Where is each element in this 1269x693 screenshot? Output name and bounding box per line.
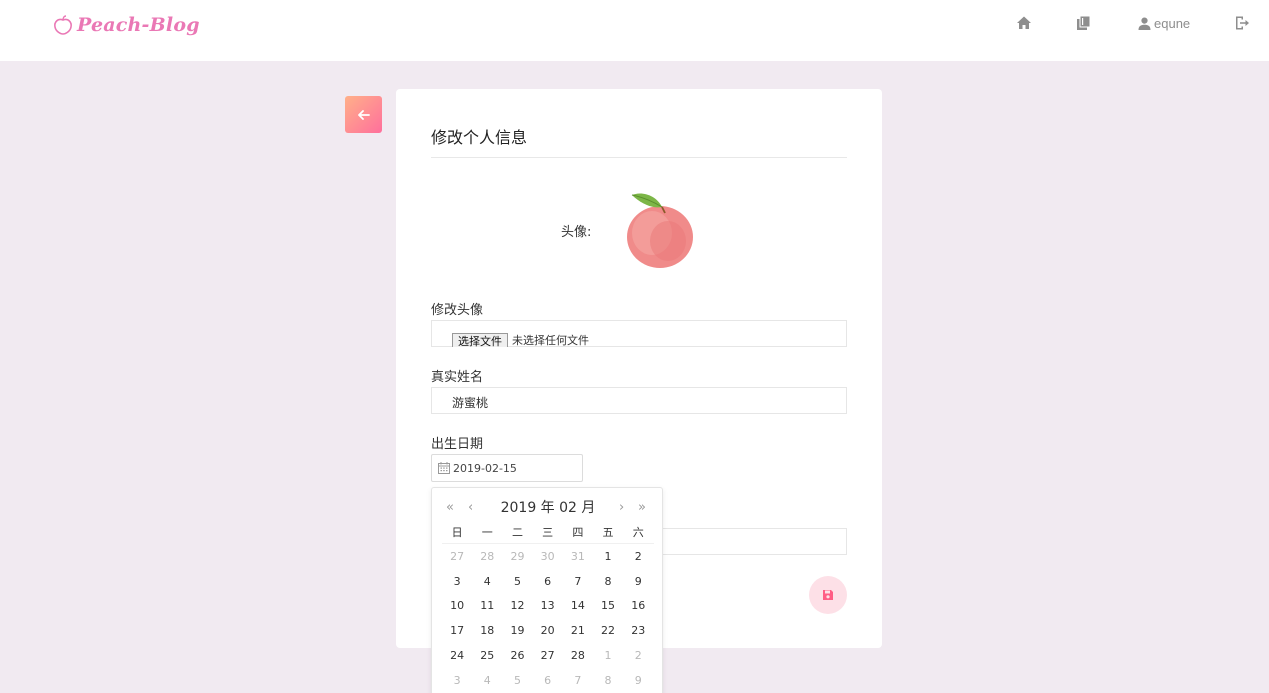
calendar-week-row: 3456789 xyxy=(442,668,654,693)
calendar-day[interactable]: 1 xyxy=(593,550,623,563)
calendar-day[interactable]: 4 xyxy=(472,575,502,588)
weekday-label: 日 xyxy=(451,526,463,539)
calendar-week-row: 17 18 19 20 21 22 23 xyxy=(442,618,654,643)
calendar-day[interactable]: 29 xyxy=(502,550,532,563)
birth-date-input[interactable]: 2019-02-15 xyxy=(431,454,583,482)
calendar-week-row: 10 11 12 13 14 15 16 xyxy=(442,594,654,619)
calendar-day[interactable]: 10 xyxy=(442,599,472,612)
calendar-day[interactable]: 20 xyxy=(533,624,563,637)
next-year-button[interactable]: » xyxy=(638,498,646,518)
calendar-day[interactable]: 3 xyxy=(442,575,472,588)
page-title: 修改个人信息 xyxy=(431,128,528,147)
calendar-day[interactable]: 15 xyxy=(593,599,623,612)
top-navbar: Peach-Blog equne xyxy=(0,0,1269,61)
logout-icon xyxy=(1236,16,1249,30)
calendar-day[interactable]: 5 xyxy=(502,674,532,687)
calendar-day[interactable]: 25 xyxy=(472,649,502,662)
calendar-day[interactable]: 27 xyxy=(533,649,563,662)
calendar-day[interactable]: 7 xyxy=(563,575,593,588)
calendar-day[interactable]: 2 xyxy=(623,649,653,662)
calendar-day[interactable]: 12 xyxy=(502,599,532,612)
obscured-input-field[interactable] xyxy=(662,528,847,555)
profile-link[interactable]: equne xyxy=(1138,14,1190,32)
user-icon xyxy=(1138,17,1151,30)
real-name-input[interactable]: 游蜜桃 xyxy=(431,387,847,414)
change-avatar-label: 修改头像 xyxy=(431,303,484,318)
username-label: equne xyxy=(1154,15,1191,31)
home-link[interactable] xyxy=(1016,14,1032,32)
calendar-day[interactable]: 21 xyxy=(563,624,593,637)
weekday-label: 六 xyxy=(632,526,644,539)
calendar-day[interactable]: 9 xyxy=(623,674,653,687)
choose-file-button[interactable]: 选择文件 xyxy=(452,333,508,347)
calendar-day[interactable]: 24 xyxy=(442,649,472,662)
calendar-day[interactable]: 3 xyxy=(442,674,472,687)
calendar-day[interactable]: 9 xyxy=(623,575,653,588)
calendar-day[interactable]: 30 xyxy=(533,550,563,563)
calendar-day[interactable]: 7 xyxy=(563,674,593,687)
calendar-grid: 27 28 29 30 31 1 2 3 4 5 6 7 8 9 10 11 12 13 14 15 16 17 18 19 2… xyxy=(442,543,654,693)
avatar xyxy=(627,193,693,268)
weekday-label: 五 xyxy=(602,526,614,539)
calendar-day[interactable]: 27 xyxy=(442,550,472,563)
site-logo[interactable]: Peach-Blog xyxy=(52,14,200,36)
back-button[interactable] xyxy=(345,96,382,133)
calendar-day[interactable]: 26 xyxy=(502,649,532,662)
calendar-day[interactable]: 8 xyxy=(593,674,623,687)
calendar-day[interactable]: 5 xyxy=(502,575,532,588)
calendar-day[interactable]: 2 xyxy=(623,550,653,563)
weekday-label: 三 xyxy=(542,526,554,539)
logo-text: Peach-Blog xyxy=(77,14,200,36)
weekday-label: 一 xyxy=(481,526,493,539)
calendar-day[interactable]: 17 xyxy=(442,624,472,637)
weekday-header: 日一二三四五六 xyxy=(442,524,653,540)
calendar-day[interactable]: 4 xyxy=(472,674,502,687)
calendar-day[interactable]: 22 xyxy=(593,624,623,637)
save-icon xyxy=(823,590,833,600)
articles-link[interactable] xyxy=(1076,14,1092,32)
avatar-file-field: 选择文件 未选择任何文件 xyxy=(431,320,847,347)
logout-link[interactable] xyxy=(1234,14,1250,32)
calendar-year-month[interactable]: 2019 年 02 月 xyxy=(432,498,664,518)
calendar-week-row: 3456789 xyxy=(442,569,654,594)
home-icon xyxy=(1017,16,1031,29)
calendar-day[interactable]: 1 xyxy=(593,649,623,662)
birth-date-value: 2019-02-15 xyxy=(453,461,517,475)
avatar-label: 头像: xyxy=(561,225,592,240)
birth-date-label: 出生日期 xyxy=(431,437,484,452)
calendar-day[interactable]: 11 xyxy=(472,599,502,612)
calendar-week-row: 27 28 29 30 31 1 2 xyxy=(442,544,654,569)
date-picker-popup: « ‹ 2019 年 02 月 › » 日一二三四五六 27 28 29 30 31 1 2… xyxy=(431,487,663,693)
arrow-left-icon xyxy=(357,109,370,120)
title-divider xyxy=(431,157,847,158)
calendar-week-row: 24 25 26 27 28 1 2 xyxy=(442,643,654,668)
peach-logo-icon xyxy=(54,15,72,35)
weekday-label: 二 xyxy=(511,526,523,539)
calendar-day[interactable]: 16 xyxy=(623,599,653,612)
calendar-day[interactable]: 28 xyxy=(472,550,502,563)
calendar-header: « ‹ 2019 年 02 月 › » xyxy=(432,498,664,518)
calendar-day[interactable]: 28 xyxy=(563,649,593,662)
weekday-label: 四 xyxy=(572,526,584,539)
calendar-icon xyxy=(438,462,450,474)
calendar-day[interactable]: 31 xyxy=(563,550,593,563)
calendar-day[interactable]: 6 xyxy=(533,575,563,588)
file-status: 未选择任何文件 xyxy=(512,334,589,347)
next-month-button[interactable]: › xyxy=(619,498,624,518)
real-name-value: 游蜜桃 xyxy=(452,396,489,410)
calendar-day[interactable]: 19 xyxy=(502,624,532,637)
calendar-day[interactable]: 23 xyxy=(623,624,653,637)
real-name-label: 真实姓名 xyxy=(431,370,484,385)
calendar-day[interactable]: 14 xyxy=(563,599,593,612)
calendar-day[interactable]: 13 xyxy=(533,599,563,612)
books-icon xyxy=(1077,15,1091,30)
save-button[interactable] xyxy=(809,576,847,614)
calendar-day[interactable]: 18 xyxy=(472,624,502,637)
calendar-day[interactable]: 8 xyxy=(593,575,623,588)
calendar-day[interactable]: 6 xyxy=(533,674,563,687)
